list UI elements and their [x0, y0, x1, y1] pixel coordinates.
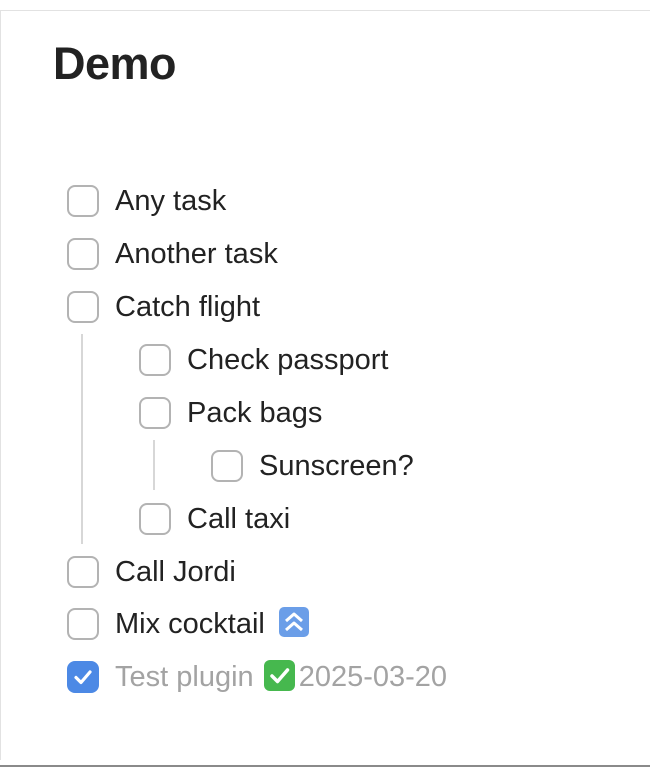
indent-guide-pack-bags — [153, 440, 155, 490]
task-item-catch-flight: Catch flight — [67, 290, 260, 324]
task-item-mix-cocktail: Mix cocktail — [67, 607, 309, 641]
done-check-mark-icon — [263, 660, 295, 691]
task-item-another-task: Another task — [67, 237, 278, 271]
task-checkbox-checked[interactable] — [67, 661, 99, 693]
indent-guide-catch-flight — [81, 334, 83, 544]
task-item-check-passport: Check passport — [139, 343, 389, 377]
task-item-any-task: Any task — [67, 184, 226, 218]
task-item-pack-bags: Pack bags — [139, 396, 322, 430]
high-priority-up-arrows-icon — [278, 607, 309, 637]
task-checkbox[interactable] — [211, 450, 243, 482]
task-checkbox[interactable] — [67, 291, 99, 323]
check-mark-icon — [74, 670, 92, 685]
task-list: Any task Another task Catch flight Check… — [0, 0, 650, 768]
task-label: Sunscreen? — [259, 449, 414, 482]
task-done-date: 2025-03-20 — [298, 661, 448, 693]
task-label: Call Jordi — [115, 555, 236, 588]
task-item-sunscreen: Sunscreen? — [211, 449, 414, 483]
task-label: Another task — [115, 237, 278, 270]
task-checkbox[interactable] — [139, 344, 171, 376]
task-checkbox[interactable] — [139, 397, 171, 429]
task-item-test-plugin: Test plugin 2025-03-20 — [67, 660, 447, 694]
task-label: Pack bags — [187, 396, 323, 429]
task-item-call-taxi: Call taxi — [139, 502, 290, 536]
task-item-call-jordi: Call Jordi — [67, 555, 236, 589]
task-label: Test plugin — [115, 661, 254, 693]
task-label: Call taxi — [187, 502, 291, 535]
task-checkbox[interactable] — [67, 238, 99, 270]
task-checkbox[interactable] — [139, 503, 171, 535]
bottom-divider — [0, 765, 650, 767]
task-checkbox[interactable] — [67, 608, 99, 640]
task-label: Any task — [115, 184, 227, 217]
task-checkbox[interactable] — [67, 185, 99, 217]
task-label: Mix cocktail — [115, 608, 265, 640]
task-label: Check passport — [187, 343, 389, 376]
task-checkbox[interactable] — [67, 556, 99, 588]
note-view: Demo Any task Another task Catch flight … — [0, 0, 650, 768]
task-label: Catch flight — [115, 290, 261, 323]
